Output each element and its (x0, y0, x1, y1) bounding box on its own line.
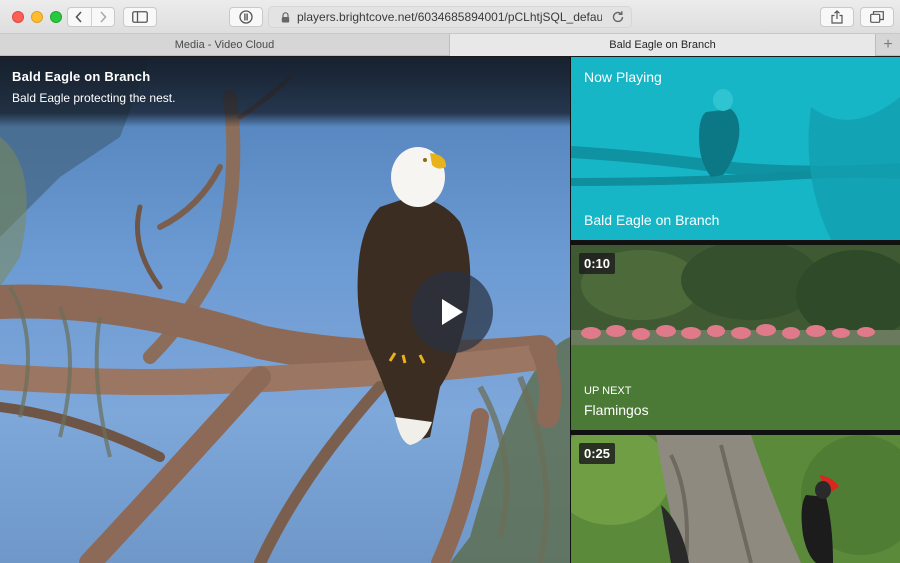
duration-badge: 0:10 (579, 253, 616, 274)
playlist-item-woodpecker[interactable]: 0:25 (571, 435, 900, 563)
back-icon (75, 11, 82, 23)
new-tab-button[interactable]: + (876, 34, 900, 56)
play-icon (442, 299, 463, 325)
video-description: Bald Eagle protecting the nest. (12, 91, 176, 105)
video-player[interactable]: Bald Eagle on Branch Bald Eagle protecti… (0, 57, 570, 563)
share-button[interactable] (820, 7, 854, 27)
title-overlay: Bald Eagle on Branch Bald Eagle protecti… (0, 57, 570, 127)
tab-overview-button[interactable] (860, 7, 894, 27)
tabs-overview-icon (870, 11, 884, 23)
reload-icon[interactable] (611, 10, 625, 24)
close-window-button[interactable] (12, 11, 24, 23)
forward-icon (100, 11, 107, 23)
maximize-window-button[interactable] (50, 11, 62, 23)
password-button[interactable] (229, 7, 263, 27)
now-playing-title: Bald Eagle on Branch (584, 212, 720, 228)
address-bar[interactable]: players.brightcove.net/6034685894001/pCL… (268, 6, 632, 28)
password-icon (239, 10, 253, 24)
playlist-item-now-playing[interactable]: Now Playing Bald Eagle on Branch (571, 57, 900, 240)
play-button[interactable] (411, 271, 493, 353)
up-next-label: UP NEXT (584, 385, 632, 397)
playlist-item-flamingos[interactable]: 0:10 UP NEXT Flamingos (571, 245, 900, 430)
share-icon (831, 10, 843, 24)
video-title: Bald Eagle on Branch (12, 69, 151, 84)
playlist: Now Playing Bald Eagle on Branch 0:10 UP… (570, 57, 900, 563)
nav-buttons (67, 7, 115, 27)
duration-badge: 0:25 (579, 443, 616, 464)
forward-button[interactable] (90, 8, 115, 26)
now-playing-label: Now Playing (584, 69, 662, 85)
tab-media-video-cloud[interactable]: Media - Video Cloud (0, 34, 450, 56)
lock-icon (281, 12, 290, 23)
minimize-window-button[interactable] (31, 11, 43, 23)
woodpecker-thumbnail (571, 435, 900, 563)
tab-bald-eagle[interactable]: Bald Eagle on Branch (450, 34, 876, 56)
sidebar-button[interactable] (123, 7, 157, 27)
window-titlebar: players.brightcove.net/6034685894001/pCL… (0, 0, 900, 34)
sidebar-icon (132, 11, 148, 23)
url-text: players.brightcove.net/6034685894001/pCL… (297, 10, 602, 24)
back-button[interactable] (68, 8, 91, 26)
up-next-title: Flamingos (584, 402, 649, 418)
tab-bar: Media - Video Cloud Bald Eagle on Branch… (0, 34, 900, 56)
